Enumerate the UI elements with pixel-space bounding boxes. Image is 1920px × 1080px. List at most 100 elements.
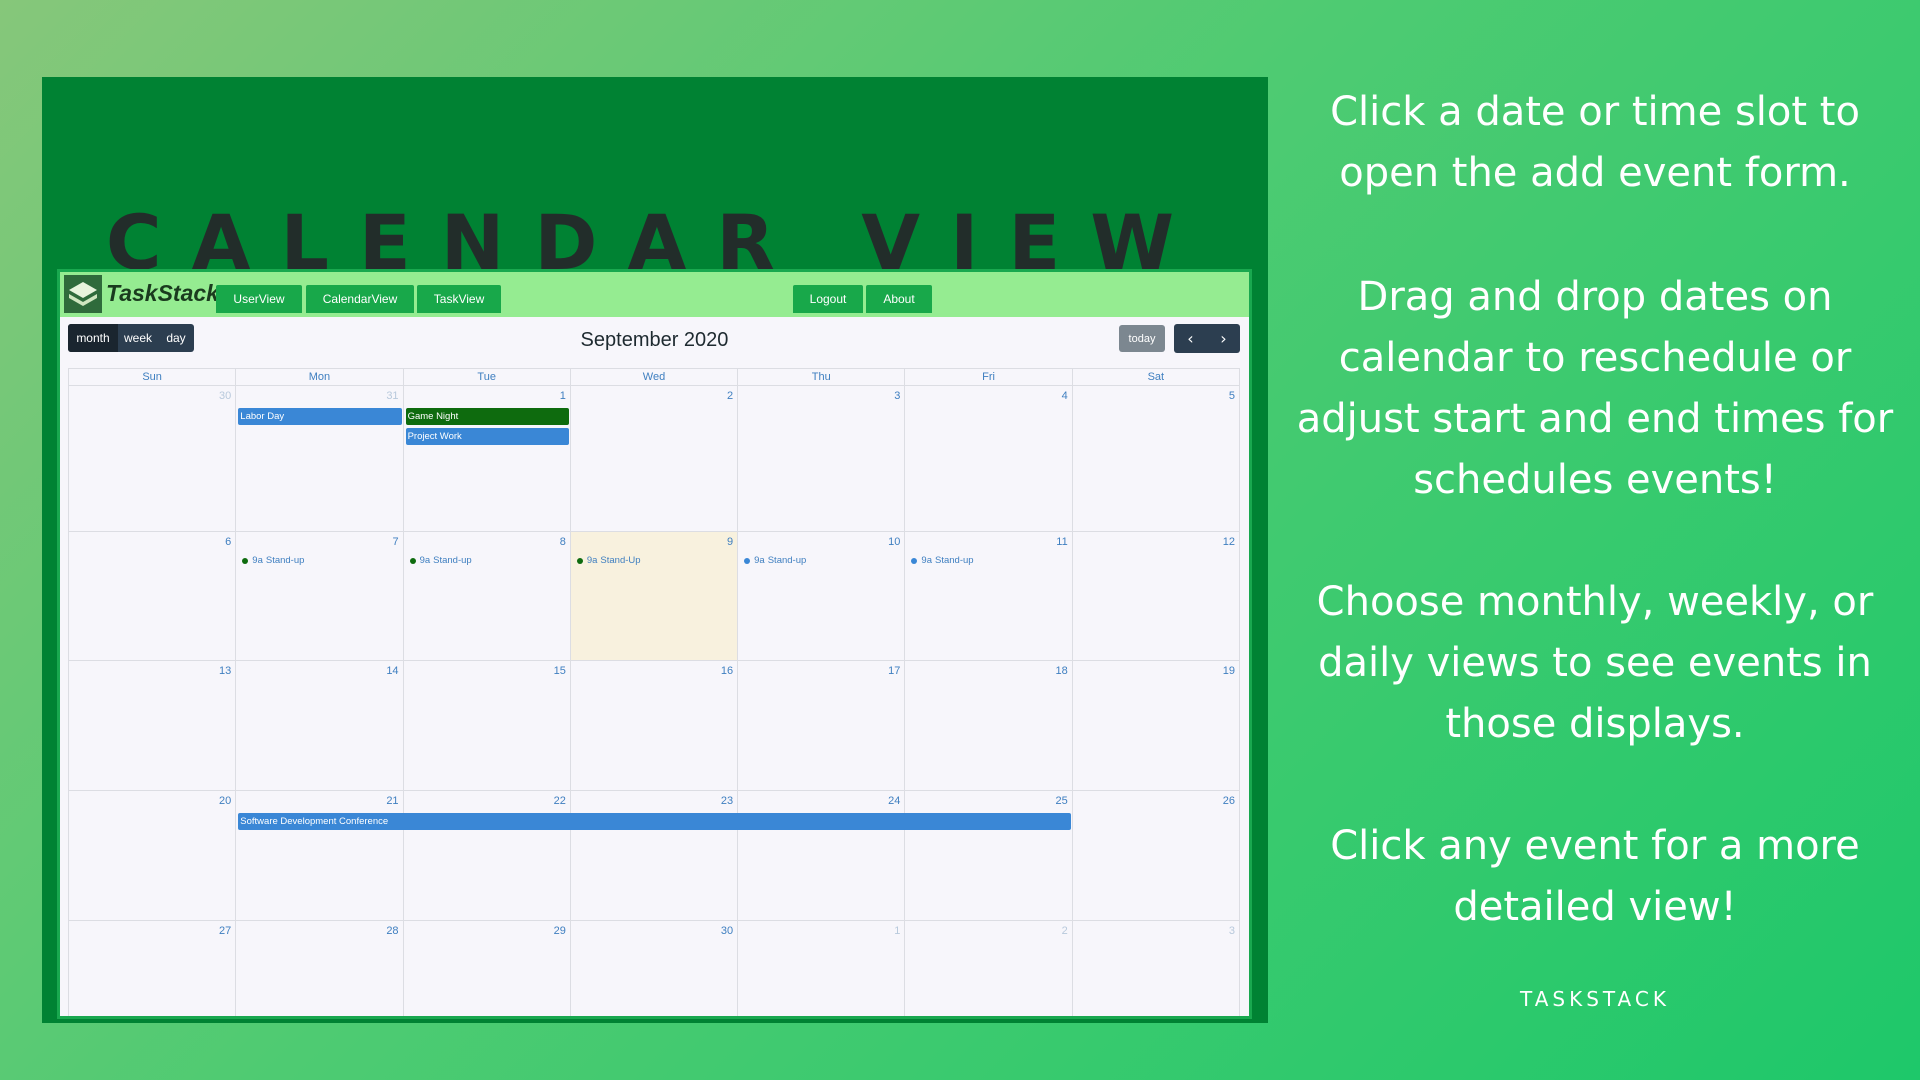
day-number[interactable]: 31: [386, 390, 398, 402]
day-number[interactable]: 3: [1229, 925, 1235, 937]
day-number[interactable]: 27: [219, 925, 231, 937]
day-number[interactable]: 9: [727, 536, 733, 548]
calendar-toolbar: month week day September 2020 today ‹ ›: [60, 317, 1249, 367]
day-cell[interactable]: 5: [1072, 386, 1240, 532]
day-number[interactable]: 1: [560, 390, 566, 402]
day-number[interactable]: 16: [721, 665, 733, 677]
event-time: 9a: [252, 555, 263, 566]
tip-views: Choose monthly, weekly, or daily views t…: [1316, 579, 1874, 747]
day-number[interactable]: 15: [554, 665, 566, 677]
weekday-header: Wed: [570, 368, 739, 386]
day-cell[interactable]: 13: [69, 661, 237, 791]
day-number[interactable]: 2: [727, 390, 733, 402]
event-dot-icon: [576, 557, 583, 564]
today-button[interactable]: today: [1119, 325, 1165, 352]
day-cell[interactable]: 26: [1072, 791, 1240, 921]
event-title: Stand-up: [433, 555, 472, 566]
day-cell[interactable]: 17: [738, 661, 906, 791]
day-cell[interactable]: 16: [570, 661, 739, 791]
day-number[interactable]: 2: [1062, 925, 1068, 937]
day-number[interactable]: 7: [392, 536, 398, 548]
day-cell[interactable]: 6: [69, 532, 237, 661]
event-item[interactable]: 9a Stand-up: [911, 555, 974, 566]
taskstack-logo-icon: [64, 275, 102, 313]
day-number[interactable]: 19: [1223, 665, 1235, 677]
day-cell[interactable]: 2: [570, 386, 739, 532]
event-bar[interactable]: Game Night: [405, 408, 569, 425]
day-cell[interactable]: 18: [905, 661, 1073, 791]
day-number[interactable]: 30: [721, 925, 733, 937]
logout-button[interactable]: Logout: [793, 285, 863, 313]
day-number[interactable]: 3: [894, 390, 900, 402]
event-item[interactable]: 9a Stand-Up: [576, 555, 641, 566]
day-number[interactable]: 29: [554, 925, 566, 937]
day-cell[interactable]: 8: [403, 532, 571, 661]
day-number[interactable]: 12: [1223, 536, 1235, 548]
day-number[interactable]: 14: [386, 665, 398, 677]
day-cell[interactable]: 15: [403, 661, 571, 791]
day-number[interactable]: 30: [219, 390, 231, 402]
day-number[interactable]: 17: [888, 665, 900, 677]
day-cell[interactable]: 22: [403, 791, 571, 921]
day-number[interactable]: 18: [1055, 665, 1067, 677]
day-cell[interactable]: 11: [905, 532, 1073, 661]
day-cell[interactable]: 21: [236, 791, 404, 921]
day-cell[interactable]: 27: [69, 921, 237, 1016]
day-cell[interactable]: 4: [905, 386, 1073, 532]
event-item[interactable]: 9a Stand-up: [409, 555, 472, 566]
day-number[interactable]: 6: [225, 536, 231, 548]
day-cell[interactable]: 9: [570, 532, 739, 661]
event-time: 9a: [921, 555, 932, 566]
nav-user-view[interactable]: UserView: [216, 285, 302, 313]
day-cell[interactable]: 14: [236, 661, 404, 791]
nav-calendar-view[interactable]: CalendarView: [306, 285, 414, 313]
day-cell[interactable]: 19: [1072, 661, 1240, 791]
day-number[interactable]: 5: [1229, 390, 1235, 402]
day-cell[interactable]: 23: [570, 791, 739, 921]
day-number[interactable]: 10: [888, 536, 900, 548]
day-cell[interactable]: 12: [1072, 532, 1240, 661]
chevron-right-icon: ›: [1220, 329, 1227, 348]
event-bar[interactable]: Project Work: [405, 428, 569, 445]
event-item[interactable]: 9a Stand-up: [242, 555, 304, 566]
day-cell[interactable]: 1: [738, 921, 906, 1016]
about-button[interactable]: About: [866, 285, 932, 313]
event-bar[interactable]: Labor Day: [238, 408, 402, 425]
day-number[interactable]: 28: [386, 925, 398, 937]
event-dot-icon: [242, 557, 249, 564]
next-month-button[interactable]: ›: [1207, 324, 1240, 353]
day-cell[interactable]: 29: [404, 921, 571, 1016]
day-cell[interactable]: 20: [69, 791, 237, 921]
brand-name: TaskStack: [106, 280, 219, 306]
prev-month-button[interactable]: ‹: [1174, 324, 1207, 353]
event-dot-icon: [911, 557, 918, 564]
day-cell[interactable]: 3: [738, 386, 906, 532]
day-number[interactable]: 24: [888, 795, 900, 807]
day-number[interactable]: 4: [1062, 390, 1068, 402]
day-number[interactable]: 23: [721, 795, 733, 807]
day-number[interactable]: 13: [219, 665, 231, 677]
day-cell[interactable]: 28: [236, 921, 404, 1016]
day-cell[interactable]: 7: [236, 532, 404, 661]
day-number[interactable]: 11: [1056, 536, 1067, 548]
event-title: Stand-up: [935, 555, 974, 566]
nav-task-view[interactable]: TaskView: [417, 285, 501, 313]
day-number[interactable]: 21: [386, 795, 398, 807]
day-number[interactable]: 25: [1055, 795, 1067, 807]
day-number[interactable]: 22: [554, 795, 566, 807]
day-cell[interactable]: 30: [571, 921, 739, 1016]
day-cell[interactable]: 10: [738, 532, 906, 661]
day-cell[interactable]: 3: [1073, 921, 1240, 1016]
day-cell[interactable]: 2: [905, 921, 1073, 1016]
weekday-header: Sun: [69, 368, 237, 386]
day-number[interactable]: 20: [219, 795, 231, 807]
day-number[interactable]: 1: [894, 925, 900, 937]
day-number[interactable]: 8: [560, 536, 566, 548]
day-cell[interactable]: 25: [905, 791, 1073, 921]
day-number[interactable]: 26: [1223, 795, 1235, 807]
day-cell[interactable]: 30: [69, 386, 237, 532]
slide-panel: CALENDAR VIEW TaskStack UserView Calenda…: [42, 77, 1268, 1023]
event-item[interactable]: 9a Stand-up: [744, 555, 806, 566]
day-cell[interactable]: 24: [738, 791, 906, 921]
event-bar[interactable]: Software Development Conference: [238, 813, 1071, 830]
